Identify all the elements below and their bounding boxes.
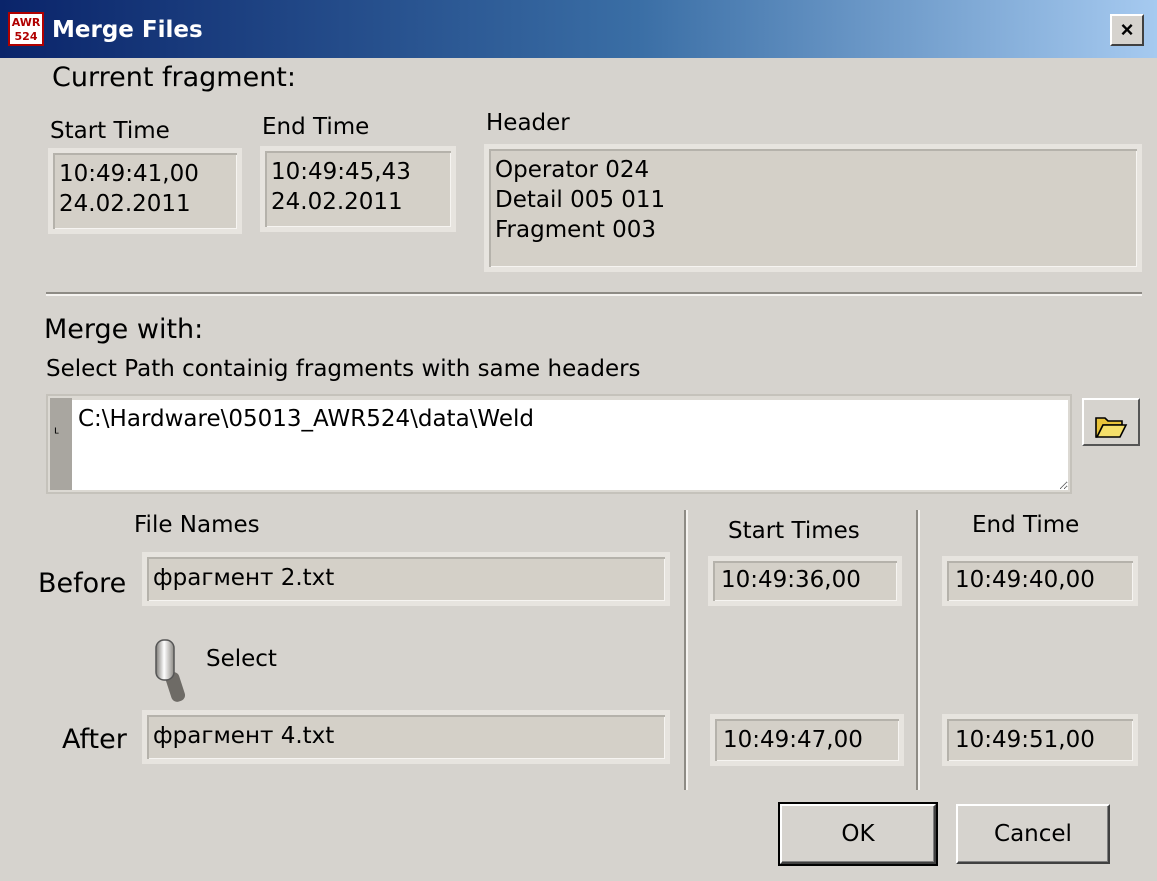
before-start-time: 10:49:36,00 — [708, 556, 902, 606]
before-label: Before — [38, 568, 127, 599]
after-file-name: фрагмент 4.txt — [142, 710, 670, 764]
browse-folder-button[interactable] — [1082, 398, 1140, 446]
header-label: Header — [486, 110, 570, 136]
before-end-time: 10:49:40,00 — [942, 556, 1138, 606]
select-toggle-switch[interactable] — [148, 636, 194, 706]
start-times-header: Start Times — [728, 518, 860, 544]
column-divider — [684, 510, 688, 790]
select-label: Select — [206, 646, 277, 672]
header-indicator: Operator 024 Detail 005 011 Fragment 003 — [484, 144, 1142, 272]
after-end-time: 10:49:51,00 — [942, 714, 1138, 766]
after-start-time: 10:49:47,00 — [710, 714, 904, 766]
before-file-name: фрагмент 2.txt — [142, 552, 670, 606]
window-title: Merge Files — [52, 17, 203, 43]
merge-with-title: Merge with: — [44, 314, 204, 345]
end-time-header: End Time — [972, 512, 1080, 538]
ok-button[interactable]: OK — [778, 802, 938, 866]
close-button[interactable]: × — [1110, 14, 1144, 46]
after-label: After — [62, 724, 127, 755]
end-time-indicator: 10:49:45,43 24.02.2011 — [260, 146, 456, 232]
cancel-button[interactable]: Cancel — [956, 804, 1110, 864]
folder-open-icon — [1095, 416, 1128, 438]
column-divider — [916, 510, 920, 790]
end-time-label: End Time — [262, 114, 370, 140]
app-icon: AWR 524 — [8, 12, 44, 46]
file-names-header: File Names — [134, 512, 260, 538]
start-time-indicator: 10:49:41,00 24.02.2011 — [48, 148, 242, 234]
toggle-switch-icon — [155, 639, 186, 702]
path-browse-gutter[interactable] — [50, 398, 72, 490]
start-time-label: Start Time — [50, 118, 170, 144]
section-divider — [46, 292, 1142, 296]
path-input[interactable]: C:\Hardware\05013_AWR524\data\Weld — [72, 400, 1068, 490]
path-gutter-icon: ᒻ — [54, 426, 60, 442]
current-fragment-title: Current fragment: — [52, 62, 296, 93]
path-instruction: Select Path containig fragments with sam… — [46, 356, 641, 382]
